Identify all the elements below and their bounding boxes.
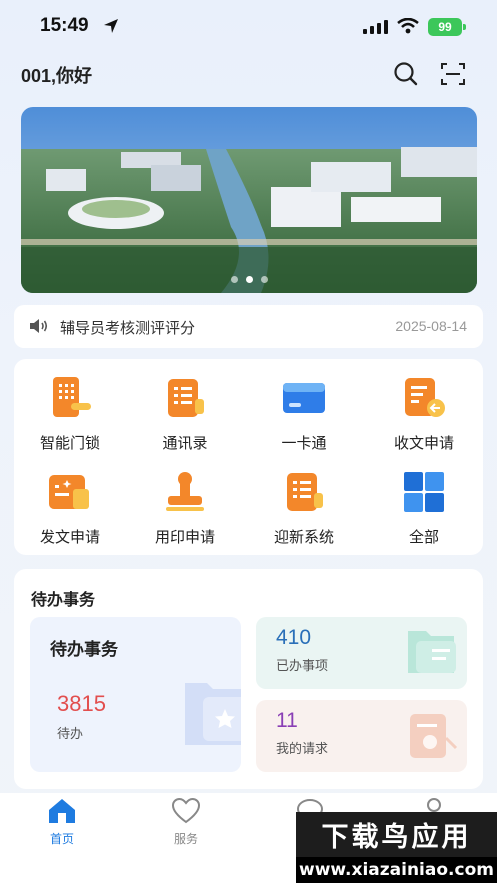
wifi-icon <box>397 18 419 34</box>
seal-icon <box>166 472 204 511</box>
watermark: 下载鸟应用 www.xiazainiao.com <box>296 812 497 883</box>
watermark-title: 下载鸟应用 <box>296 812 497 857</box>
todo-pending-card[interactable]: 待办事务 3815 待办 <box>30 617 241 772</box>
app-label: 一卡通 <box>281 435 327 452</box>
campus-banner[interactable] <box>21 107 477 293</box>
header: 001,你好 <box>0 52 497 96</box>
battery-indicator: 99 <box>428 18 462 36</box>
battery-tip <box>463 24 466 30</box>
greeting-text: 001,你好 <box>21 66 93 86</box>
welcome-system-icon <box>287 473 323 511</box>
all-apps-icon <box>404 472 444 512</box>
app-door-lock[interactable]: 智能门锁 <box>20 359 120 452</box>
tab-services-label: 服务 <box>173 832 198 846</box>
scan-icon <box>441 63 465 85</box>
status-bar: 15:49 99 <box>0 0 497 52</box>
todo-requests-card[interactable]: 11 我的请求 <box>256 700 467 772</box>
todo-done-card[interactable]: 410 已办事项 <box>256 617 467 689</box>
watermark-url: www.xiazainiao.com <box>296 857 497 883</box>
app-contacts[interactable]: 通讯录 <box>135 359 235 452</box>
app-label: 用印申请 <box>154 529 215 546</box>
speaker-icon <box>30 319 48 333</box>
todo-requests-label: 我的请求 <box>276 741 329 756</box>
tab-home-label: 首页 <box>49 832 74 846</box>
todo-section-title: 待办事务 <box>31 592 96 609</box>
done-folder-icon <box>408 631 456 673</box>
folder-star-icon <box>185 683 241 745</box>
heart-icon <box>171 797 201 824</box>
door-lock-icon <box>53 377 91 417</box>
campus-card-icon <box>283 383 325 413</box>
banner-pagination <box>21 276 477 283</box>
app-all[interactable]: 全部 <box>374 453 474 546</box>
todo-pending-title: 待办事务 <box>50 640 118 659</box>
todo-pending-count: 3815 <box>57 691 106 716</box>
app-label: 智能门锁 <box>39 435 100 452</box>
app-label: 通讯录 <box>162 435 208 452</box>
todo-done-count: 410 <box>276 626 312 649</box>
campus-aerial-image <box>21 107 477 293</box>
todo-pending-label: 待办 <box>57 726 84 741</box>
app-campus-card[interactable]: 一卡通 <box>254 359 354 452</box>
cellular-signal-icon <box>363 20 388 34</box>
notice-text: 辅导员考核测评评分 <box>60 320 196 337</box>
app-label: 发文申请 <box>39 529 100 546</box>
app-receive-doc[interactable]: 收文申请 <box>374 359 474 452</box>
scan-button[interactable] <box>439 60 467 88</box>
app-label: 收文申请 <box>393 435 454 452</box>
banner-dot[interactable] <box>260 276 268 283</box>
search-icon <box>394 62 418 86</box>
app-seal[interactable]: 用印申请 <box>135 453 235 546</box>
notice-bar[interactable]: 辅导员考核测评评分 2025-08-14 <box>14 305 483 348</box>
todo-requests-count: 11 <box>276 709 298 732</box>
contacts-icon <box>168 379 204 417</box>
banner-dot[interactable] <box>230 276 238 283</box>
tab-home[interactable]: 首页 <box>32 795 92 846</box>
location-arrow-icon <box>104 19 118 33</box>
receive-doc-icon <box>405 378 445 417</box>
search-button[interactable] <box>392 60 420 88</box>
home-icon <box>49 799 75 823</box>
status-time: 15:49 <box>40 15 89 36</box>
send-doc-icon <box>49 475 89 509</box>
request-doc-icon <box>410 714 458 758</box>
app-label: 迎新系统 <box>273 529 334 546</box>
app-label: 全部 <box>408 529 439 546</box>
app-welcome-system[interactable]: 迎新系统 <box>254 453 354 546</box>
todo-section: 待办事务 待办事务 3815 待办 410 已办事项 11 我的请求 <box>14 569 483 789</box>
banner-dot-active[interactable] <box>245 276 253 283</box>
app-send-doc[interactable]: 发文申请 <box>20 453 120 546</box>
todo-done-label: 已办事项 <box>276 658 329 673</box>
tab-services[interactable]: 服务 <box>156 795 216 846</box>
app-grid: 智能门锁 通讯录 一卡通 收文申请 发文申请 用印申请 迎新系统 全部 <box>14 359 483 555</box>
notice-date: 2025-08-14 <box>395 318 467 334</box>
